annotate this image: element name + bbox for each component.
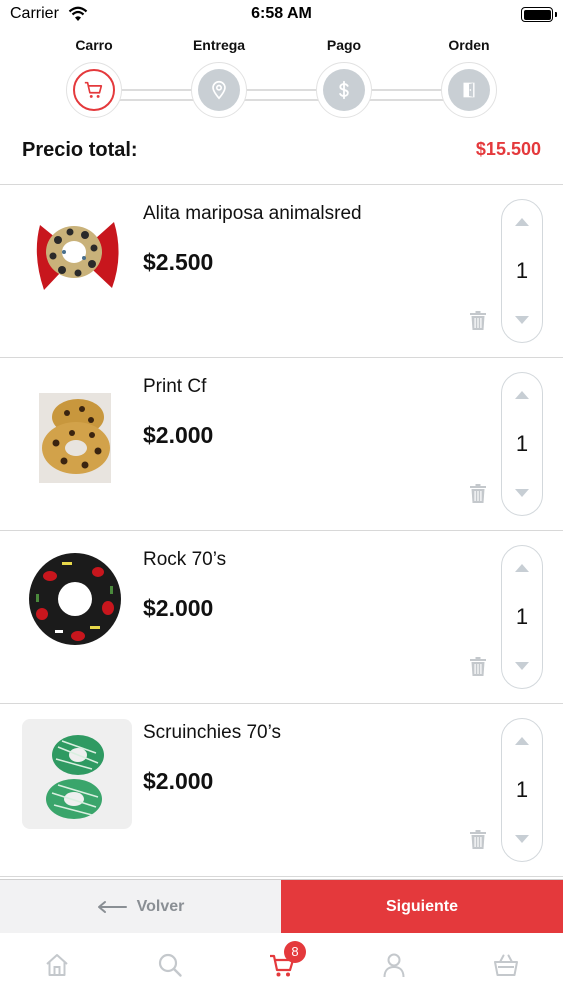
- next-button-label: Siguiente: [385, 898, 458, 915]
- user-icon: [383, 953, 405, 978]
- tab-orders[interactable]: [492, 951, 522, 981]
- trash-icon[interactable]: [467, 828, 489, 850]
- green-scrunchie-image: [46, 735, 104, 819]
- quantity-decrease-button[interactable]: [515, 835, 529, 843]
- step-pago[interactable]: Pago: [284, 36, 404, 118]
- home-icon: [46, 954, 68, 976]
- quantity-stepper: 1: [501, 718, 543, 862]
- product-image[interactable]: [22, 719, 132, 829]
- trash-icon[interactable]: [467, 309, 489, 331]
- tab-search[interactable]: [156, 951, 186, 981]
- quantity-decrease-button[interactable]: [515, 489, 529, 497]
- cart-item: Print Cf $2.000 1: [0, 358, 563, 531]
- cart-list: Alita mariposa animalsred $2.500 1 Print…: [0, 185, 563, 877]
- product-price: $2.500: [143, 249, 214, 275]
- search-icon: [158, 953, 182, 977]
- quantity-decrease-button[interactable]: [515, 662, 529, 670]
- quantity-increase-button[interactable]: [515, 218, 529, 226]
- total-price-label: Precio total:: [22, 139, 138, 161]
- product-name: Rock 70’s: [143, 549, 227, 570]
- quantity-value: 1: [515, 777, 529, 802]
- rock-scrunchie-image: [29, 553, 121, 645]
- cart-item: Rock 70’s $2.000 1: [0, 531, 563, 704]
- checkout-stepper: Carro Entrega Pago Orden: [0, 36, 563, 126]
- cart-icon: [84, 81, 103, 98]
- cart-item: Alita mariposa animalsred $2.500 1: [0, 185, 563, 358]
- step-carro[interactable]: Carro: [34, 36, 154, 118]
- back-button-label: Volver: [136, 898, 185, 915]
- quantity-value: 1: [515, 604, 529, 629]
- product-name: Print Cf: [143, 376, 207, 397]
- quantity-increase-button[interactable]: [515, 564, 529, 572]
- quantity-stepper: 1: [501, 545, 543, 689]
- product-name: Alita mariposa animalsred: [143, 203, 362, 224]
- quantity-stepper: 1: [501, 372, 543, 516]
- trash-icon[interactable]: [467, 482, 489, 504]
- product-name: Scruinchies 70’s: [143, 722, 282, 743]
- next-button[interactable]: Siguiente: [281, 880, 563, 934]
- arrow-left-icon: [97, 901, 127, 913]
- quantity-value: 1: [515, 258, 529, 283]
- location-pin-icon: [212, 80, 226, 100]
- quantity-value: 1: [515, 431, 529, 456]
- trash-icon[interactable]: [467, 655, 489, 677]
- status-bar: Carrier 6:58 AM: [0, 0, 563, 30]
- cart-item: Scruinchies 70’s $2.000 1: [0, 704, 563, 877]
- step-label: Orden: [448, 37, 490, 53]
- product-image[interactable]: [22, 373, 132, 483]
- product-price: $2.000: [143, 422, 214, 448]
- basket-icon: [494, 954, 518, 976]
- leopard-scrunchie-image: [39, 393, 111, 483]
- clock: 6:58 AM: [251, 5, 312, 22]
- tab-home[interactable]: [43, 951, 73, 981]
- total-price-row: Precio total: $15.500: [22, 136, 541, 166]
- total-price-value: $15.500: [475, 139, 541, 159]
- quantity-decrease-button[interactable]: [515, 316, 529, 324]
- step-label: Entrega: [192, 37, 246, 53]
- product-image[interactable]: [22, 546, 132, 656]
- cart-count-badge: 8: [284, 941, 306, 963]
- step-label: Pago: [326, 37, 362, 53]
- product-price: $2.000: [143, 595, 214, 621]
- step-entrega[interactable]: Entrega: [159, 36, 279, 118]
- checkout-actions: Volver Siguiente: [0, 879, 563, 934]
- quantity-stepper: 1: [501, 199, 543, 343]
- battery-icon: [521, 7, 553, 22]
- product-image[interactable]: [22, 200, 132, 310]
- step-label: Carro: [75, 37, 113, 53]
- bow-scrunchie-image: [36, 222, 119, 290]
- dollar-icon: [339, 80, 349, 100]
- tab-bar: 8: [0, 933, 563, 1000]
- tab-profile[interactable]: [380, 951, 410, 981]
- quantity-increase-button[interactable]: [515, 391, 529, 399]
- step-orden[interactable]: Orden: [409, 36, 529, 118]
- order-door-icon: [463, 82, 475, 98]
- product-price: $2.000: [143, 768, 214, 794]
- back-button[interactable]: Volver: [0, 880, 281, 934]
- quantity-increase-button[interactable]: [515, 737, 529, 745]
